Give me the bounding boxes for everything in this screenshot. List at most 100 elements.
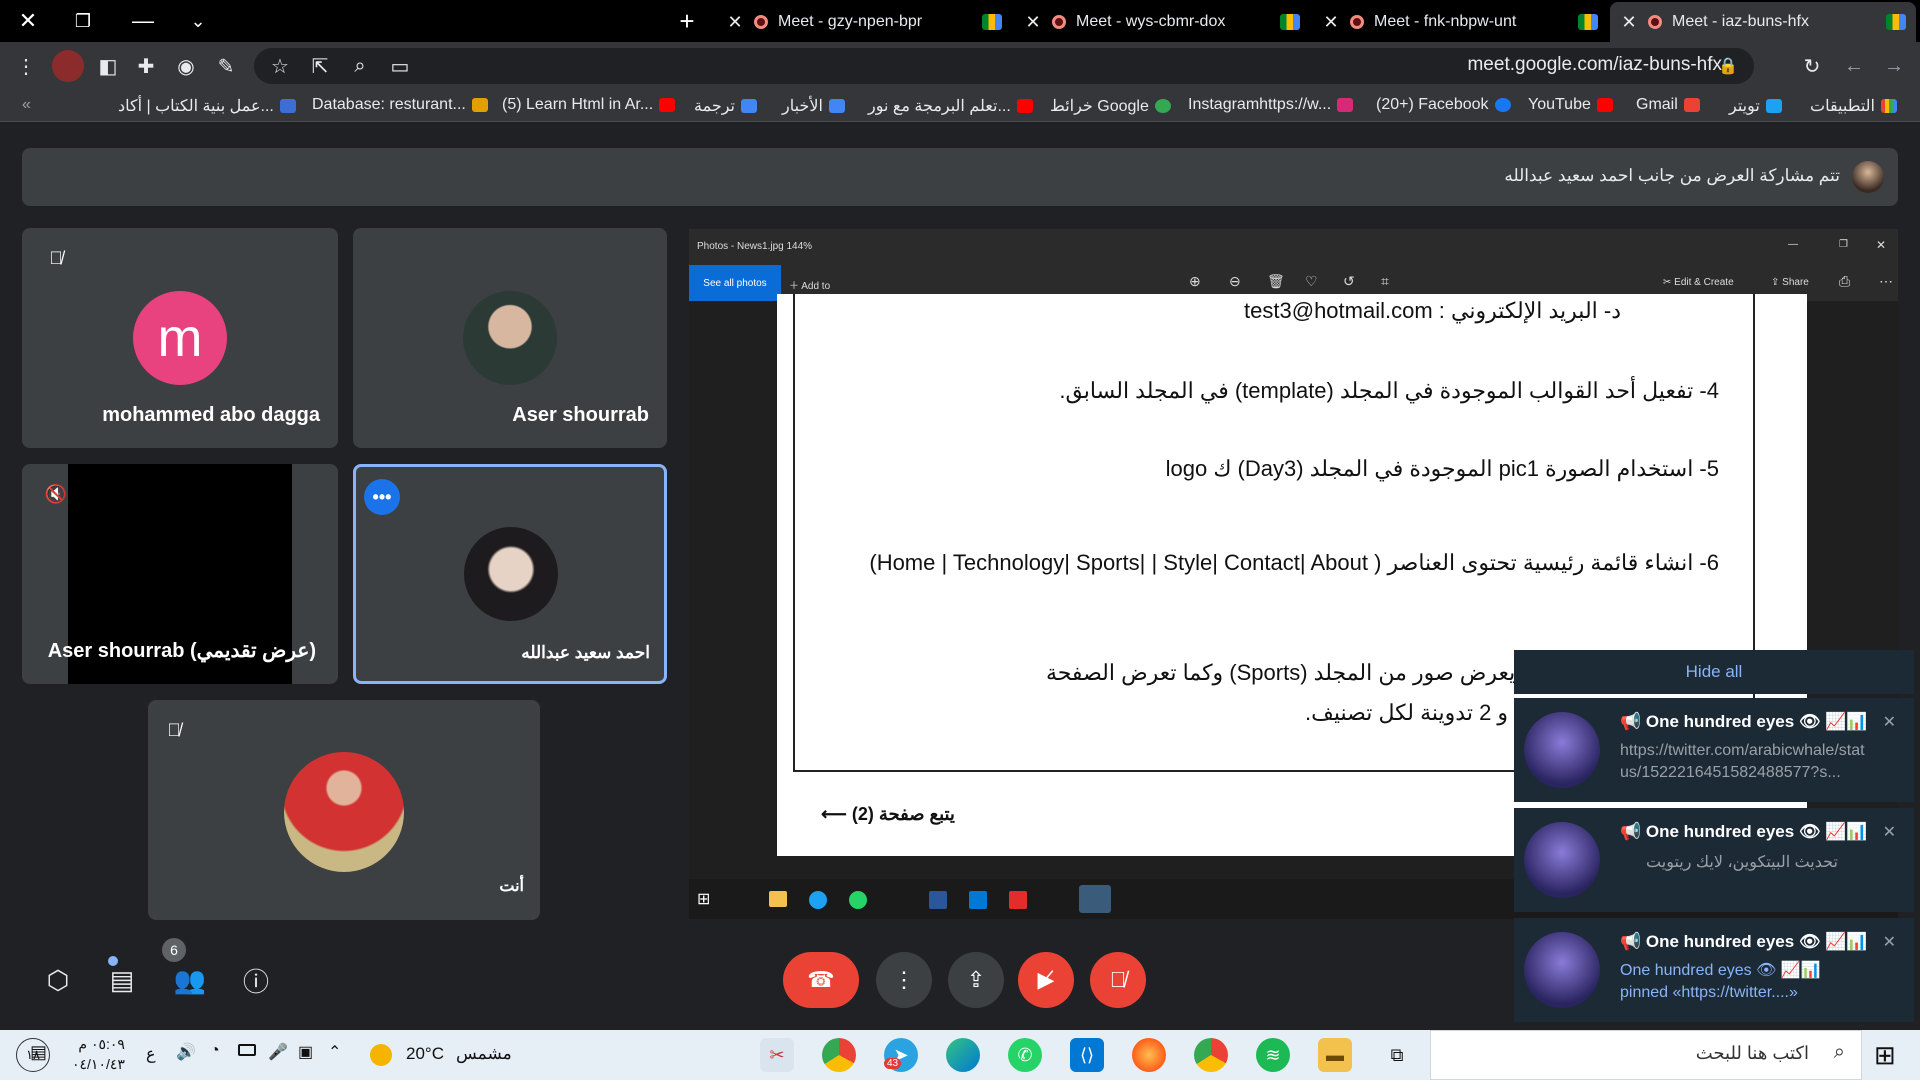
tab-title: Meet - gzy-npen-bpr <box>778 13 923 30</box>
participant-tile-aser-presentation[interactable]: 🔇 Aser shourrab (عرض تقديمي) <box>22 464 338 684</box>
bookmark-item[interactable]: ترجمة <box>694 96 757 116</box>
battery-icon[interactable] <box>238 1044 256 1056</box>
gmail-icon <box>1683 98 1700 112</box>
bookmark-item[interactable]: (20+) Facebook <box>1376 96 1511 114</box>
bookmark-item[interactable]: Database: resturant... <box>312 96 488 114</box>
meet-logo-icon <box>1578 14 1598 30</box>
snip-tool-icon[interactable]: ✂ <box>760 1038 794 1072</box>
show-hidden-icons-icon[interactable]: ⌃ <box>328 1042 341 1062</box>
profile-avatar[interactable] <box>52 50 84 82</box>
wifi-icon[interactable]: ◔ <box>210 1042 220 1060</box>
forward-icon[interactable]: ← <box>1838 50 1870 82</box>
cast-icon[interactable]: ▭ <box>384 50 416 82</box>
minimize-window-icon[interactable]: — <box>120 0 166 42</box>
browser-titlebar: ✕ ❐ — ⌄ + ✕ Meet - gzy-npen-bpr ✕ Meet -… <box>0 0 1920 42</box>
bookmark-item[interactable]: تعلم البرمجة مع نور... <box>868 96 1033 116</box>
participant-tile-aser[interactable]: Aser shourrab <box>353 228 667 448</box>
hide-all-button[interactable]: Hide all <box>1514 650 1914 694</box>
pen-extension-icon[interactable]: ✎ <box>210 50 242 82</box>
weather-temp[interactable]: 20°C <box>406 1044 444 1064</box>
restore-window-icon[interactable]: ❐ <box>60 0 106 42</box>
participant-tile-mohammed[interactable]: 🎙̸ m mohammed abo dagga <box>22 228 338 448</box>
close-tab-icon[interactable]: ✕ <box>726 12 744 33</box>
tab-meet-2[interactable]: ✕ Meet - wys-cbmr-dox <box>1014 2 1310 42</box>
notification-card[interactable]: 📢 One hundred eyes 👁 📈📊 One hundred eyes… <box>1514 918 1914 1022</box>
mic-tray-icon[interactable]: 🎤 <box>268 1042 288 1062</box>
bookmark-favicon-icon <box>279 99 296 113</box>
edge-icon[interactable] <box>946 1038 980 1072</box>
side-panel-icon[interactable]: ◧ <box>92 50 124 82</box>
doc-line: 6- انشاء قائمة رئيسية تحتوى العناصر ( Ho… <box>869 550 1719 575</box>
mic-toggle-button[interactable]: 🎙̸ <box>1090 952 1146 1008</box>
file-explorer-icon[interactable]: ▬ <box>1318 1038 1352 1072</box>
camera-toggle-button[interactable]: ▶̸ <box>1018 952 1074 1008</box>
crop-icon: ⌗ <box>1381 273 1389 289</box>
more-bookmarks-icon[interactable]: « <box>22 96 31 114</box>
tab-title: Meet - iaz-buns-hfx <box>1672 13 1809 30</box>
close-window-icon[interactable]: ✕ <box>5 0 51 42</box>
participant-name: أنت <box>499 878 524 895</box>
share-icon[interactable]: ⇱ <box>304 50 336 82</box>
recording-icon <box>1648 15 1662 29</box>
close-notification-icon[interactable]: ✕ <box>1883 712 1896 732</box>
vscode-icon[interactable]: ⟨⟩ <box>1070 1038 1104 1072</box>
tab-meet-1[interactable]: ✕ Meet - gzy-npen-bpr <box>716 2 1012 42</box>
participant-tile-ahmed-active[interactable]: ••• احمد سعيد عبدالله <box>353 464 667 684</box>
activities-icon[interactable]: ⬡ <box>36 958 80 1002</box>
delete-icon: 🗑 <box>1267 273 1285 289</box>
language-indicator[interactable]: ع <box>146 1044 156 1064</box>
action-center-icon[interactable]: ▤ <box>30 1042 47 1063</box>
bookmark-item[interactable]: عمل بنية الكتاب | أكاد... <box>118 96 296 116</box>
volume-icon[interactable]: 🔊 <box>176 1042 196 1062</box>
print-icon: ⎙ <box>1839 273 1851 289</box>
url-text[interactable]: meet.google.com/iaz-buns-hfx <box>1467 54 1722 76</box>
chrome-profile-icon[interactable] <box>1194 1038 1228 1072</box>
whatsapp-icon[interactable]: ✆ <box>1008 1038 1042 1072</box>
participant-tile-self[interactable]: 🎙̸ أنت <box>148 700 540 920</box>
windows-start-icon[interactable]: ⊞ <box>1874 1040 1896 1071</box>
info-icon[interactable]: ⓘ <box>234 958 278 1002</box>
leave-call-button[interactable]: ☎ <box>783 952 859 1008</box>
tab-meet-3[interactable]: ✕ Meet - fnk-nbpw-unt <box>1312 2 1608 42</box>
menu-icon[interactable]: ⋮ <box>10 50 42 82</box>
weather-text[interactable]: مشمس <box>456 1044 512 1064</box>
bookmark-item[interactable]: تويتر <box>1729 96 1782 116</box>
doc-footer: يتبع صفحة (2) ⟵ <box>821 804 955 824</box>
chat-icon[interactable]: ▤ <box>100 958 144 1002</box>
bookmark-item[interactable]: الأخبار <box>782 96 845 116</box>
more-options-button[interactable]: ⋮ <box>876 952 932 1008</box>
bookmark-item[interactable]: التطبيقات <box>1810 96 1897 116</box>
notification-card[interactable]: 📢 One hundred eyes 👁 📈📊 https://twitter.… <box>1514 698 1914 802</box>
tab-search-icon[interactable]: ⌄ <box>175 0 221 42</box>
chrome-icon[interactable] <box>822 1038 856 1072</box>
spotify-icon[interactable]: ≋ <box>1256 1038 1290 1072</box>
taskbar-search-box[interactable]: اكتب هنا للبحث ⌕ <box>1430 1030 1862 1080</box>
close-tab-icon[interactable]: ✕ <box>1322 12 1340 33</box>
bookmark-item[interactable]: Gmail <box>1636 96 1700 114</box>
meet-tray-icon[interactable]: ▣ <box>298 1042 313 1062</box>
bookmark-item[interactable]: YouTube <box>1528 96 1613 114</box>
bookmark-item[interactable]: خرائط Google <box>1050 96 1171 116</box>
reload-icon[interactable]: ↻ <box>1796 50 1828 82</box>
channel-avatar <box>1524 822 1600 898</box>
close-tab-icon[interactable]: ✕ <box>1620 12 1638 33</box>
close-notification-icon[interactable]: ✕ <box>1883 822 1896 842</box>
present-screen-button[interactable]: ⇪ <box>948 952 1004 1008</box>
back-icon[interactable]: → <box>1878 50 1910 82</box>
new-tab-icon[interactable]: + <box>664 0 710 42</box>
camera-extension-icon[interactable]: ◉ <box>170 50 202 82</box>
people-icon[interactable]: 👥 <box>168 958 212 1002</box>
notification-card[interactable]: 📢 One hundred eyes 👁 📈📊 تحديث البيتكوين،… <box>1514 808 1914 912</box>
extensions-icon[interactable]: ✚ <box>130 50 162 82</box>
task-view-icon[interactable]: ⧉ <box>1380 1038 1414 1072</box>
zoom-icon[interactable]: ⌕ <box>344 50 376 82</box>
bookmark-star-icon[interactable]: ☆ <box>264 50 296 82</box>
bookmark-item[interactable]: Instagramhttps://w... <box>1188 96 1354 114</box>
close-tab-icon[interactable]: ✕ <box>1024 12 1042 33</box>
tab-meet-4-active[interactable]: ✕ Meet - iaz-buns-hfx <box>1610 2 1916 42</box>
clock[interactable]: ٠٥:٠٩ م ٠٤/١٠/٤٣ <box>72 1034 125 1074</box>
firefox-icon[interactable] <box>1132 1038 1166 1072</box>
close-notification-icon[interactable]: ✕ <box>1883 932 1896 952</box>
notification-title: 📢 One hundred eyes 👁 📈📊 <box>1620 932 1868 951</box>
bookmark-item[interactable]: (5) Learn Html in Ar... <box>502 96 676 114</box>
